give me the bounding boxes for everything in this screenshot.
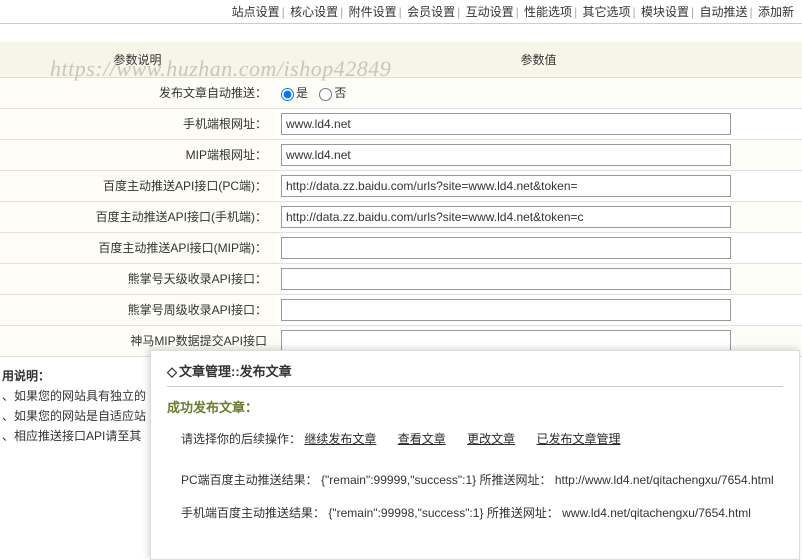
nav-item[interactable]: 站点设置 [232,5,280,19]
publish-result-panel: 文章管理::发布文章 成功发布文章： 请选择你的后续操作： 继续发布文章 查看文… [150,350,800,560]
nav-item[interactable]: 自动推送 [700,5,748,19]
xiongzhang-daily-input[interactable] [281,268,731,290]
push-result-mobile: 手机端百度主动推送结果： {"remain":99998,"success":1… [181,504,783,521]
mobile-root-url-input[interactable] [281,113,731,135]
col-header-label: 参数说明 [0,42,275,77]
nav-item[interactable]: 互动设置 [466,5,514,19]
baidu-push-pc-input[interactable] [281,175,731,197]
nav-item[interactable]: 会员设置 [407,5,455,19]
row-label: 百度主动推送API接口(MIP端)： [0,232,275,263]
nav-item[interactable]: 性能选项 [524,5,572,19]
autopush-radio-group: 是 否 [281,86,354,100]
nav-item[interactable]: 附件设置 [349,5,397,19]
row-label: 发布文章自动推送： [0,78,275,108]
usage-title: 用说明： [2,369,50,383]
row-label: MIP端根网址： [0,139,275,170]
baidu-push-mobile-input[interactable] [281,206,731,228]
row-label: 熊掌号天级收录API接口： [0,263,275,294]
table-header: 参数说明 参数值 [0,42,802,78]
push-result-pc: PC端百度主动推送结果： {"remain":99999,"success":1… [181,471,783,488]
op-view-article[interactable]: 查看文章 [398,432,446,446]
nav-item[interactable]: 添加新 [758,5,794,19]
table-row: 熊掌号天级收录API接口： [0,263,802,294]
row-label: 熊掌号周级收录API接口： [0,294,275,325]
table-row: 百度主动推送API接口(MIP端)： [0,232,802,263]
op-manage-published[interactable]: 已发布文章管理 [536,432,620,446]
usage-line: 、如果您的网站是自适应站 [2,409,146,423]
nav-item[interactable]: 核心设置 [290,5,338,19]
panel-title: 文章管理::发布文章 [167,361,783,387]
settings-table: 发布文章自动推送： 是 否 手机端根网址： MIP端根网址： 百度主动推送API… [0,78,802,357]
table-row: 熊掌号周级收录API接口： [0,294,802,325]
table-row: 手机端根网址： [0,108,802,139]
table-row: MIP端根网址： [0,139,802,170]
row-label: 百度主动推送API接口(手机端)： [0,201,275,232]
op-edit-article[interactable]: 更改文章 [467,432,515,446]
baidu-push-mip-input[interactable] [281,237,731,259]
shenma-mip-input[interactable] [281,330,731,352]
op-continue-publish[interactable]: 继续发布文章 [304,432,376,446]
nav-item[interactable]: 模块设置 [641,5,689,19]
panel-ops: 请选择你的后续操作： 继续发布文章 查看文章 更改文章 已发布文章管理 [181,430,783,447]
panel-subtitle: 成功发布文章： [167,397,783,416]
table-row: 百度主动推送API接口(PC端)： [0,170,802,201]
table-row: 百度主动推送API接口(手机端)： [0,201,802,232]
row-label: 手机端根网址： [0,108,275,139]
xiongzhang-weekly-input[interactable] [281,299,731,321]
table-row: 发布文章自动推送： 是 否 [0,78,802,108]
top-nav: 站点设置| 核心设置| 附件设置| 会员设置| 互动设置| 性能选项| 其它选项… [0,0,802,24]
row-label: 百度主动推送API接口(PC端)： [0,170,275,201]
usage-notes: 用说明： 、如果您的网站具有独立的 、如果您的网站是自适应站 、相应推送接口AP… [0,362,150,450]
usage-line: 、如果您的网站具有独立的 [2,389,146,403]
autopush-yes[interactable]: 是 [281,86,308,100]
usage-line: 、相应推送接口API请至其 [2,429,141,443]
ops-prefix: 请选择你的后续操作： [181,432,301,446]
mip-root-url-input[interactable] [281,144,731,166]
autopush-no[interactable]: 否 [319,86,346,100]
nav-item[interactable]: 其它选项 [583,5,631,19]
col-header-value: 参数值 [275,42,802,77]
